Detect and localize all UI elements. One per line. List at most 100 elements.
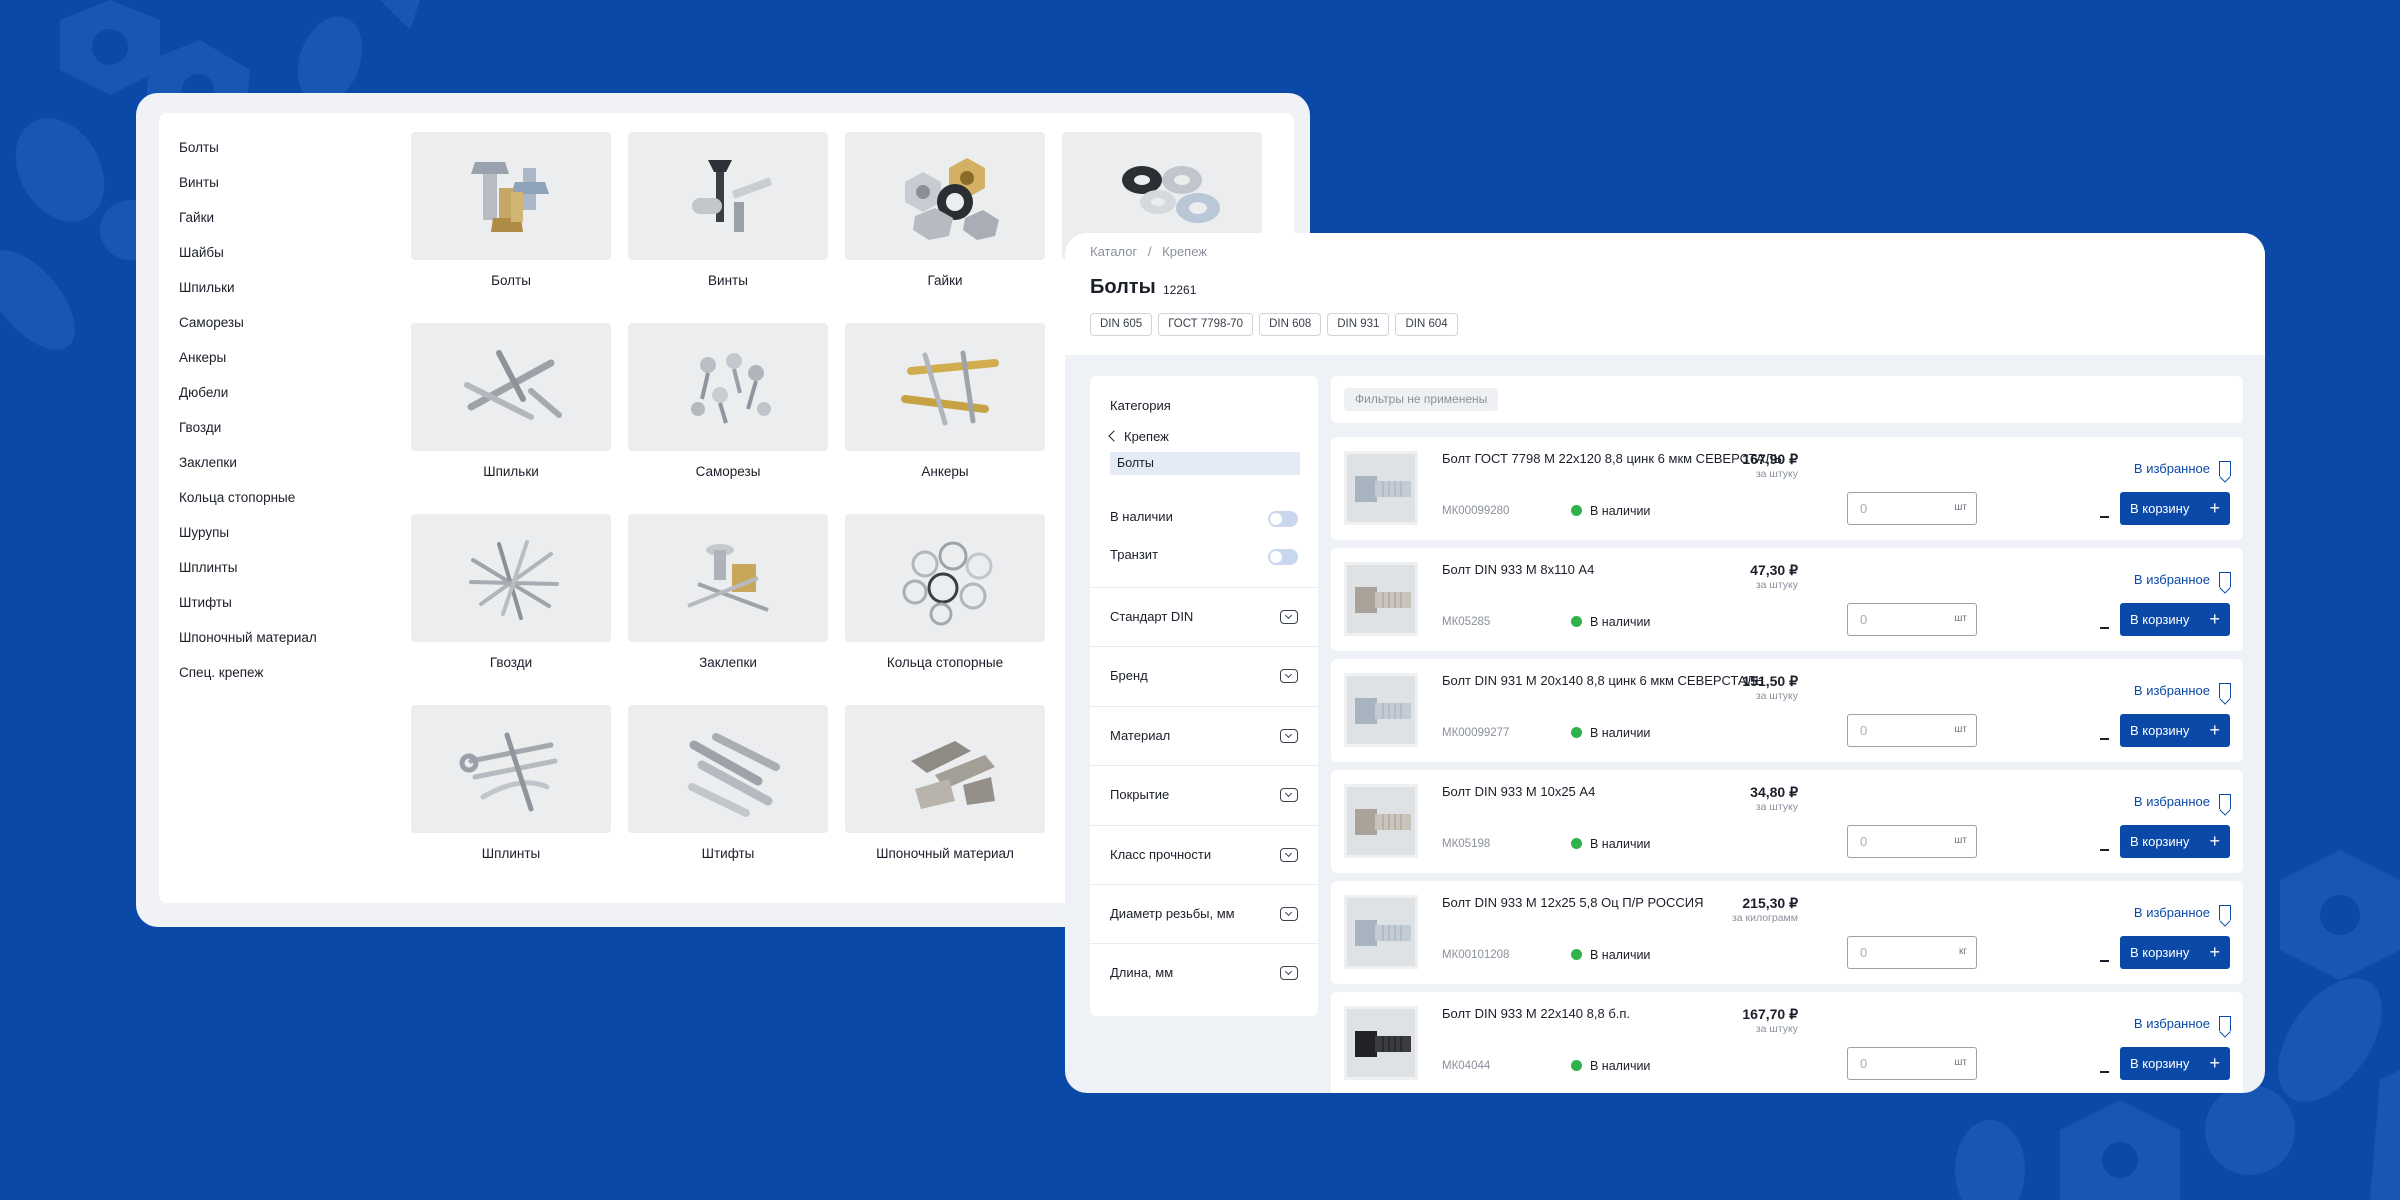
filter-section-coating[interactable]: Покрытие <box>1110 787 1298 807</box>
quantity-unit: шт <box>1954 1057 1967 1068</box>
studs-image <box>411 323 611 451</box>
add-to-cart-button[interactable]: В корзину + <box>2120 825 2230 858</box>
quantity-input[interactable]: 0 шт <box>1847 825 1977 858</box>
product-image[interactable] <box>1344 562 1418 636</box>
category-back-link[interactable]: Крепеж <box>1108 429 1169 444</box>
product-name[interactable]: Болт ГОСТ 7798 М 22х120 8,8 цинк 6 мкм С… <box>1442 451 1782 466</box>
product-image[interactable] <box>1344 1006 1418 1080</box>
minus-icon[interactable] <box>2100 516 2109 518</box>
product-price: 151,50 ₽ <box>1742 673 1798 689</box>
quantity-input[interactable]: 0 шт <box>1847 1047 1977 1080</box>
category-tile-nuts[interactable]: Гайки <box>845 132 1045 288</box>
quantity-input[interactable]: 0 шт <box>1847 603 1977 636</box>
current-category[interactable]: Болты <box>1110 452 1300 475</box>
bookmark-icon <box>2219 572 2231 587</box>
minus-icon[interactable] <box>2100 1071 2109 1073</box>
quantity-input[interactable]: 0 кг <box>1847 936 1977 969</box>
divider <box>1090 943 1318 944</box>
product-count: 12261 <box>1163 283 1197 297</box>
category-tile-key-stock[interactable]: Шпоночный материал <box>845 705 1045 861</box>
product-name[interactable]: Болт DIN 933 М 22х140 8,8 б.п. <box>1442 1006 1630 1021</box>
category-tile-cotter-pins[interactable]: Шплинты <box>411 705 611 861</box>
breadcrumb-separator: / <box>1147 244 1152 259</box>
breadcrumb: Каталог / Крепеж <box>1090 244 1214 259</box>
quantity-value: 0 <box>1860 501 1868 516</box>
filter-section-brand[interactable]: Бренд <box>1110 668 1298 688</box>
minus-icon[interactable] <box>2100 849 2109 851</box>
product-name[interactable]: Болт DIN 933 М 10х25 А4 <box>1442 784 1595 799</box>
add-to-favorites-button[interactable]: В избранное <box>2134 569 2231 587</box>
quantity-value: 0 <box>1860 945 1868 960</box>
dowel-pins-image <box>628 705 828 833</box>
product-name[interactable]: Болт DIN 933 М 12х25 5,8 Оц П/Р РОССИЯ <box>1442 895 1704 910</box>
minus-icon[interactable] <box>2100 627 2109 629</box>
category-back-label: Крепеж <box>1124 429 1169 444</box>
screws-image <box>628 132 828 260</box>
filter-section-label: Стандарт DIN <box>1110 609 1194 624</box>
minus-icon[interactable] <box>2100 960 2109 962</box>
chip-gost-7798-70[interactable]: ГОСТ 7798-70 <box>1158 313 1254 336</box>
filter-section-din-standard[interactable]: Стандарт DIN <box>1110 609 1298 629</box>
filter-section-thread-diameter[interactable]: Диаметр резьбы, мм <box>1110 906 1298 926</box>
breadcrumb-catalog[interactable]: Каталог <box>1090 244 1137 259</box>
favorites-label: В избранное <box>2133 572 2210 587</box>
filter-section-material[interactable]: Материал <box>1110 728 1298 748</box>
chip-din-604[interactable]: DIN 604 <box>1395 313 1458 336</box>
add-to-cart-button[interactable]: В корзину + <box>2120 1047 2230 1080</box>
category-tile-bolts[interactable]: Болты <box>411 132 611 288</box>
chevron-down-icon <box>1280 966 1298 980</box>
product-image[interactable] <box>1344 784 1418 858</box>
retaining-rings-image <box>845 514 1045 642</box>
add-to-favorites-button[interactable]: В избранное <box>2134 1013 2231 1031</box>
add-to-cart-button[interactable]: В корзину + <box>2120 714 2230 747</box>
quantity-value: 0 <box>1860 1056 1868 1071</box>
tile-label: Шплинты <box>481 846 541 861</box>
category-tile-rivets[interactable]: Заклепки <box>628 514 828 670</box>
filter-section-length[interactable]: Длина, мм <box>1110 965 1298 985</box>
favorites-label: В избранное <box>2133 905 2210 920</box>
category-tile-retaining-rings[interactable]: Кольца стопорные <box>845 514 1045 670</box>
filter-section-label: Бренд <box>1110 668 1148 683</box>
chevron-down-icon <box>1280 848 1298 862</box>
add-to-favorites-button[interactable]: В избранное <box>2134 902 2231 920</box>
category-tile-dowel-pins[interactable]: Штифты <box>628 705 828 861</box>
chip-din-931[interactable]: DIN 931 <box>1327 313 1390 336</box>
tile-label: Болты <box>491 273 531 288</box>
add-to-favorites-button[interactable]: В избранное <box>2134 458 2231 476</box>
quantity-input[interactable]: 0 шт <box>1847 492 1977 525</box>
add-to-favorites-button[interactable]: В избранное <box>2134 791 2231 809</box>
in-stock-toggle[interactable] <box>1268 511 1298 527</box>
add-to-cart-button[interactable]: В корзину + <box>2120 936 2230 969</box>
category-tile-anchors[interactable]: Анкеры <box>845 323 1045 479</box>
key-stock-image <box>845 705 1045 833</box>
price-unit: за штуку <box>1755 801 1798 813</box>
product-name[interactable]: Болт DIN 931 М 20х140 8,8 цинк 6 мкм СЕВ… <box>1442 673 1764 688</box>
product-image[interactable] <box>1344 895 1418 969</box>
product-name[interactable]: Болт DIN 933 М 8х110 А4 <box>1442 562 1594 577</box>
price-unit: за штуку <box>1755 468 1798 480</box>
chip-din-605[interactable]: DIN 605 <box>1090 313 1153 336</box>
product-card: Болт DIN 933 М 22х140 8,8 б.п. МК04044 В… <box>1331 992 2243 1093</box>
product-price: 167,70 ₽ <box>1742 1006 1798 1022</box>
add-to-cart-button[interactable]: В корзину + <box>2120 492 2230 525</box>
category-tile-studs[interactable]: Шпильки <box>411 323 611 479</box>
minus-icon[interactable] <box>2100 738 2109 740</box>
tile-label: Шпильки <box>483 464 539 479</box>
cart-label: В корзину <box>2130 501 2190 516</box>
add-to-cart-button[interactable]: В корзину + <box>2120 603 2230 636</box>
category-tile-screws[interactable]: Винты <box>628 132 828 288</box>
category-tile-self-tapping-screws[interactable]: Саморезы <box>628 323 828 479</box>
product-sku: МК00099280 <box>1442 505 1510 517</box>
category-tile-nails[interactable]: Гвозди <box>411 514 611 670</box>
nuts-image <box>845 132 1045 260</box>
product-price: 34,80 ₽ <box>1750 784 1798 800</box>
add-to-favorites-button[interactable]: В избранное <box>2134 680 2231 698</box>
transit-toggle[interactable] <box>1268 549 1298 565</box>
quantity-input[interactable]: 0 шт <box>1847 714 1977 747</box>
chip-din-608[interactable]: DIN 608 <box>1259 313 1322 336</box>
price-unit: за штуку <box>1755 1023 1798 1035</box>
product-image[interactable] <box>1344 673 1418 747</box>
product-image[interactable] <box>1344 451 1418 525</box>
breadcrumb-fasteners[interactable]: Крепеж <box>1162 244 1207 259</box>
filter-section-strength-class[interactable]: Класс прочности <box>1110 847 1298 867</box>
